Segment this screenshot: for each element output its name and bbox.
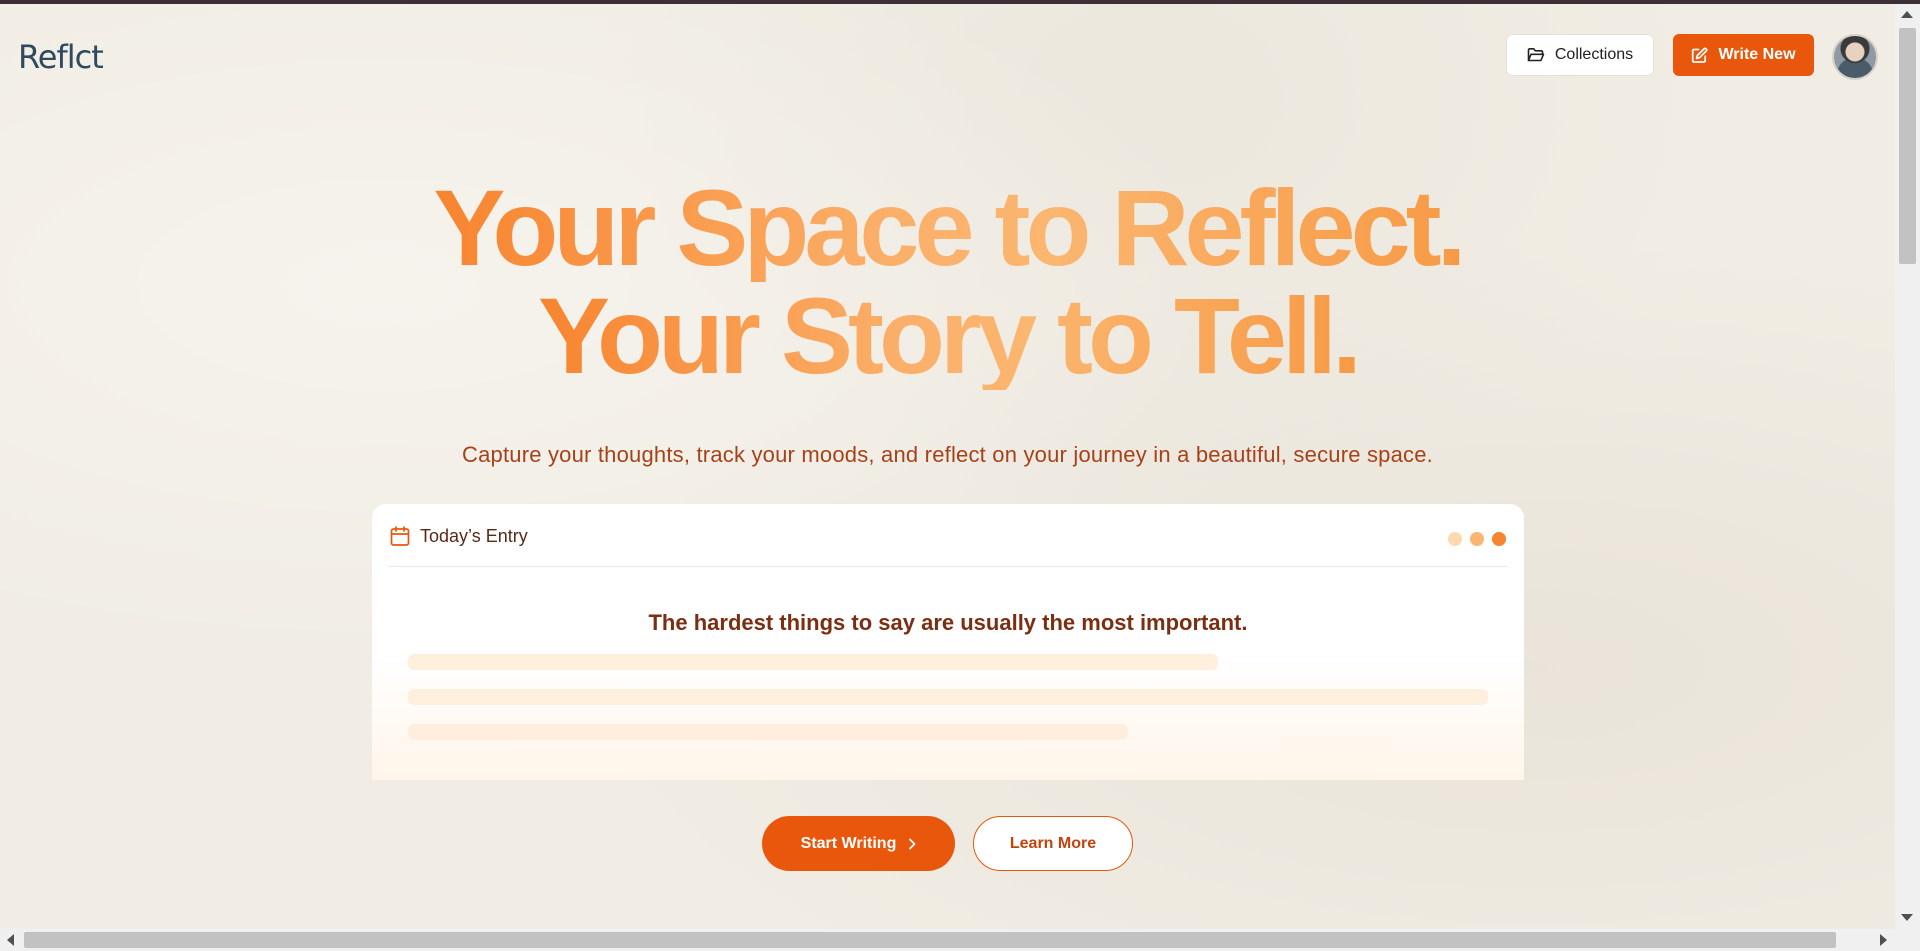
writing-prompt: The hardest things to say are usually th… — [648, 610, 1248, 635]
status-dot-1 — [1448, 532, 1462, 546]
chevron-right-icon — [908, 838, 916, 850]
scroll-right-arrow-icon[interactable] — [1880, 934, 1887, 946]
write-new-button[interactable]: Write New — [1673, 34, 1814, 76]
horizontal-scrollbar[interactable] — [0, 929, 1920, 951]
start-writing-label: Start Writing — [800, 834, 897, 852]
learn-more-label: Learn More — [1009, 834, 1097, 852]
scroll-left-arrow-icon[interactable] — [7, 934, 14, 946]
card-header: Today’s Entry — [390, 526, 528, 547]
hero-title-line-1: Your Space to Reflect. — [433, 167, 1466, 288]
app-logo[interactable]: Reflct — [18, 34, 104, 80]
hero-title-line-2: Your Story to Tell. — [537, 275, 1362, 396]
learn-more-button[interactable]: Learn More — [973, 816, 1133, 871]
user-avatar[interactable] — [1832, 34, 1878, 80]
card-title: Today’s Entry — [420, 526, 528, 546]
horizontal-scroll-thumb[interactable] — [24, 932, 1836, 948]
status-dot-3 — [1492, 532, 1506, 546]
edit-icon — [1691, 47, 1708, 64]
placeholder-line-2 — [408, 689, 1488, 705]
card-status-dots — [1448, 532, 1506, 546]
scroll-up-arrow-icon[interactable] — [1901, 11, 1913, 18]
folder-open-icon — [1527, 47, 1545, 63]
collections-button[interactable]: Collections — [1506, 34, 1654, 76]
vertical-scroll-thumb[interactable] — [1899, 28, 1916, 264]
scroll-down-arrow-icon[interactable] — [1901, 914, 1913, 921]
write-new-label: Write New — [1718, 46, 1796, 63]
card-divider — [388, 566, 1508, 567]
vertical-scrollbar[interactable] — [1895, 4, 1920, 929]
logo-text: Reflct — [18, 38, 104, 76]
hero-title: Your Space to Reflect. Your Story to Tel… — [0, 174, 1895, 390]
status-dot-2 — [1470, 532, 1484, 546]
calendar-icon — [390, 526, 410, 547]
collections-label: Collections — [1554, 46, 1634, 63]
placeholder-line-3 — [408, 724, 1128, 740]
hero-subtitle: Capture your thoughts, track your moods,… — [461, 442, 1433, 467]
page-viewport: Reflct Collections Write New Your Space … — [0, 4, 1895, 929]
today-entry-card: Today’s Entry The hardest things to say … — [372, 504, 1524, 780]
placeholder-line-1 — [408, 654, 1218, 670]
start-writing-button[interactable]: Start Writing — [762, 816, 955, 871]
